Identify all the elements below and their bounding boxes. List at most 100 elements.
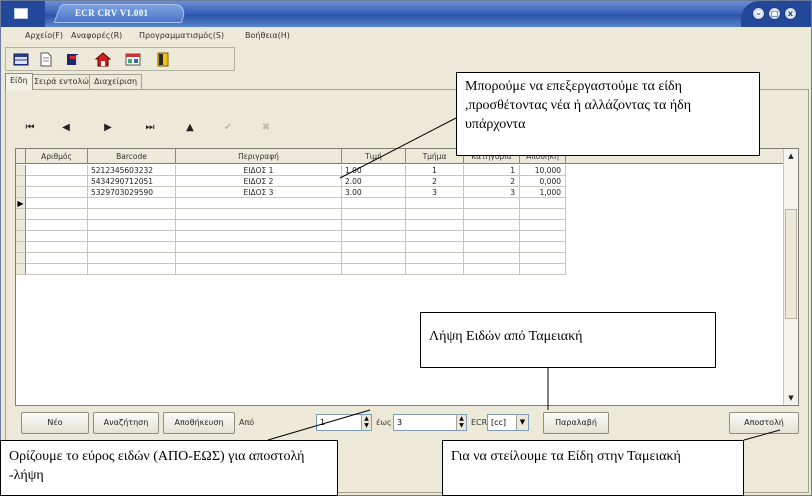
table-cell[interactable]: 5212345603232 <box>88 165 176 176</box>
table-cell[interactable]: 2 <box>464 176 520 187</box>
table-cell[interactable] <box>520 198 566 209</box>
table-cell[interactable] <box>88 209 176 220</box>
prior-record-button[interactable]: ◀ <box>53 119 79 137</box>
table-cell[interactable]: 5434290712051 <box>88 176 176 187</box>
to-spinner[interactable]: 3 ▲ ▼ <box>393 414 467 431</box>
receive-button[interactable]: Παραλαβή <box>543 412 609 434</box>
table-cell[interactable] <box>464 264 520 275</box>
next-record-button[interactable]: ▶ <box>95 119 121 137</box>
table-cell[interactable]: 1,000 <box>520 187 566 198</box>
grid-vertical-scrollbar[interactable]: ▲ ▼ <box>783 149 798 405</box>
title-bar[interactable]: ECR CRV V1.001 – □ x <box>1 1 811 27</box>
table-cell[interactable] <box>464 220 520 231</box>
search-button[interactable]: Αναζήτηση <box>93 412 159 434</box>
table-cell[interactable] <box>406 253 464 264</box>
exit-door-icon[interactable] <box>154 51 172 68</box>
table-cell[interactable] <box>176 220 342 231</box>
table-cell[interactable] <box>26 253 88 264</box>
grid-icon[interactable] <box>12 51 30 68</box>
cancel-record-button[interactable]: ✖ <box>253 119 279 137</box>
table-cell[interactable] <box>26 165 88 176</box>
table-cell[interactable] <box>88 253 176 264</box>
table-cell[interactable] <box>26 198 88 209</box>
table-cell[interactable] <box>406 209 464 220</box>
table-cell[interactable] <box>464 253 520 264</box>
table-cell[interactable] <box>464 242 520 253</box>
home-icon[interactable] <box>94 51 112 68</box>
table-cell[interactable] <box>406 220 464 231</box>
row-indicator[interactable] <box>16 220 26 231</box>
row-indicator[interactable] <box>16 253 26 264</box>
table-row[interactable] <box>16 253 610 264</box>
table-cell[interactable] <box>520 253 566 264</box>
save-button[interactable]: Αποθήκευση <box>163 412 235 434</box>
table-cell[interactable] <box>176 209 342 220</box>
document-icon[interactable] <box>36 51 54 68</box>
app-icon[interactable] <box>14 8 28 19</box>
scroll-up-icon[interactable]: ▲ <box>785 150 797 162</box>
table-cell[interactable] <box>88 231 176 242</box>
table-cell[interactable]: 3 <box>406 187 464 198</box>
last-record-button[interactable]: ⏭ <box>137 119 163 137</box>
table-cell[interactable] <box>26 242 88 253</box>
table-cell[interactable] <box>342 264 406 275</box>
menu-help[interactable]: Βοήθεια(H) <box>245 31 290 40</box>
row-indicator[interactable] <box>16 165 26 176</box>
spinner-arrows-icon[interactable]: ▲ ▼ <box>456 415 466 430</box>
sheet-icon[interactable] <box>124 51 142 68</box>
table-cell[interactable] <box>26 264 88 275</box>
table-row[interactable]: 5212345603232 ΕΙΔΟΣ 1 1.00 1 1 10,000 <box>16 165 610 176</box>
table-cell[interactable] <box>520 209 566 220</box>
menu-programming[interactable]: Προγραμματισμός(S) <box>139 31 224 40</box>
table-cell[interactable] <box>406 242 464 253</box>
table-cell[interactable] <box>520 264 566 275</box>
row-indicator[interactable] <box>16 209 26 220</box>
chevron-down-icon[interactable]: ▼ <box>516 415 528 430</box>
row-indicator[interactable]: ▶ <box>16 198 26 209</box>
ecr-select[interactable]: [cc] ▼ <box>487 414 529 431</box>
table-row[interactable] <box>16 209 610 220</box>
column-header-number[interactable]: Αριθμός <box>26 149 88 164</box>
table-row[interactable] <box>16 231 610 242</box>
table-cell[interactable] <box>342 231 406 242</box>
send-button[interactable]: Αποστολή <box>729 412 799 434</box>
table-cell[interactable] <box>176 264 342 275</box>
table-cell[interactable] <box>342 242 406 253</box>
table-cell[interactable]: 1 <box>406 165 464 176</box>
table-cell[interactable]: ΕΙΔΟΣ 1 <box>176 165 342 176</box>
column-header-barcode[interactable]: Barcode <box>88 149 176 164</box>
insert-record-button[interactable]: ▲ <box>177 119 203 137</box>
table-cell[interactable] <box>88 198 176 209</box>
table-cell[interactable] <box>26 209 88 220</box>
tab-items[interactable]: Είδη <box>5 73 33 90</box>
table-cell[interactable] <box>464 198 520 209</box>
row-indicator[interactable] <box>16 176 26 187</box>
table-cell[interactable] <box>464 209 520 220</box>
table-cell[interactable] <box>342 220 406 231</box>
table-cell[interactable] <box>520 242 566 253</box>
table-cell[interactable] <box>26 231 88 242</box>
table-row[interactable]: 5434290712051 ΕΙΔΟΣ 2 2.00 2 2 0,000 <box>16 176 610 187</box>
close-button[interactable]: x <box>784 7 797 20</box>
table-row[interactable] <box>16 220 610 231</box>
table-cell[interactable] <box>520 220 566 231</box>
table-cell[interactable] <box>520 231 566 242</box>
table-cell[interactable] <box>26 220 88 231</box>
row-indicator[interactable] <box>16 264 26 275</box>
table-cell[interactable]: 3 <box>464 187 520 198</box>
table-row[interactable]: ▶ <box>16 198 610 209</box>
first-record-button[interactable]: ⏮ <box>17 119 43 137</box>
new-button[interactable]: Νέο <box>21 412 89 434</box>
table-cell[interactable] <box>26 176 88 187</box>
table-cell[interactable]: 1.00 <box>342 165 406 176</box>
table-cell[interactable] <box>406 231 464 242</box>
table-cell[interactable]: ΕΙΔΟΣ 2 <box>176 176 342 187</box>
table-cell[interactable] <box>176 253 342 264</box>
table-cell[interactable] <box>342 198 406 209</box>
table-cell[interactable]: 1 <box>464 165 520 176</box>
maximize-button[interactable]: □ <box>768 7 781 20</box>
table-cell[interactable]: 0,000 <box>520 176 566 187</box>
tab-management[interactable]: Διαχείριση <box>89 74 143 89</box>
table-cell[interactable] <box>406 264 464 275</box>
table-row[interactable] <box>16 242 610 253</box>
